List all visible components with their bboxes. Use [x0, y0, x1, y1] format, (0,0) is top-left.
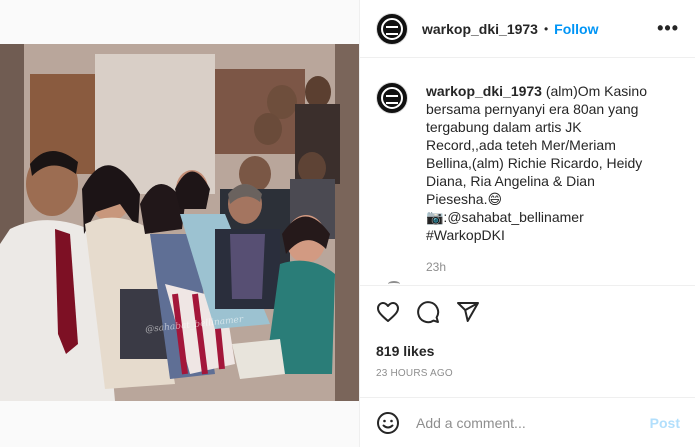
more-options-icon[interactable]: •••	[657, 18, 679, 39]
post-header: warkop_dki_1973 • Follow •••	[360, 0, 695, 58]
loading-spinner-icon	[388, 281, 400, 285]
post-media[interactable]: @sahabat_bellinamer	[0, 0, 359, 447]
avatar-logo-icon	[381, 87, 403, 109]
post-photo[interactable]: @sahabat_bellinamer	[0, 44, 359, 401]
action-bar	[376, 300, 480, 324]
like-count[interactable]: 819 likes	[376, 343, 434, 359]
post-details-panel: warkop_dki_1973 • Follow ••• warkop_dki_…	[359, 0, 695, 447]
caption-text: (alm)Om Kasino bersama pernyanyi era 80a…	[426, 83, 647, 243]
photo-illustration	[0, 44, 359, 401]
add-comment-bar: Post	[360, 397, 695, 447]
like-heart-icon[interactable]	[376, 300, 400, 324]
comments-section[interactable]: warkop_dki_1973 (alm)Om Kasino bersama p…	[360, 58, 695, 286]
follow-button[interactable]: Follow	[554, 21, 598, 37]
caption-username-link[interactable]: warkop_dki_1973	[426, 83, 542, 99]
caption-timestamp[interactable]: 23h	[426, 260, 680, 274]
comment-bubble-icon[interactable]	[416, 300, 440, 324]
share-send-icon[interactable]	[456, 300, 480, 324]
comment-input[interactable]	[416, 414, 636, 431]
post-timestamp[interactable]: 23 HOURS AGO	[376, 368, 453, 379]
avatar-logo-icon	[381, 17, 403, 40]
caption-row: warkop_dki_1973 (alm)Om Kasino bersama p…	[376, 82, 680, 244]
caption: warkop_dki_1973 (alm)Om Kasino bersama p…	[426, 82, 658, 244]
post-comment-button[interactable]: Post	[650, 415, 680, 431]
emoji-icon[interactable]	[376, 411, 400, 435]
caption-avatar[interactable]	[376, 82, 408, 114]
username-link[interactable]: warkop_dki_1973	[422, 21, 538, 37]
separator-dot: •	[543, 21, 549, 36]
avatar[interactable]	[376, 12, 408, 45]
